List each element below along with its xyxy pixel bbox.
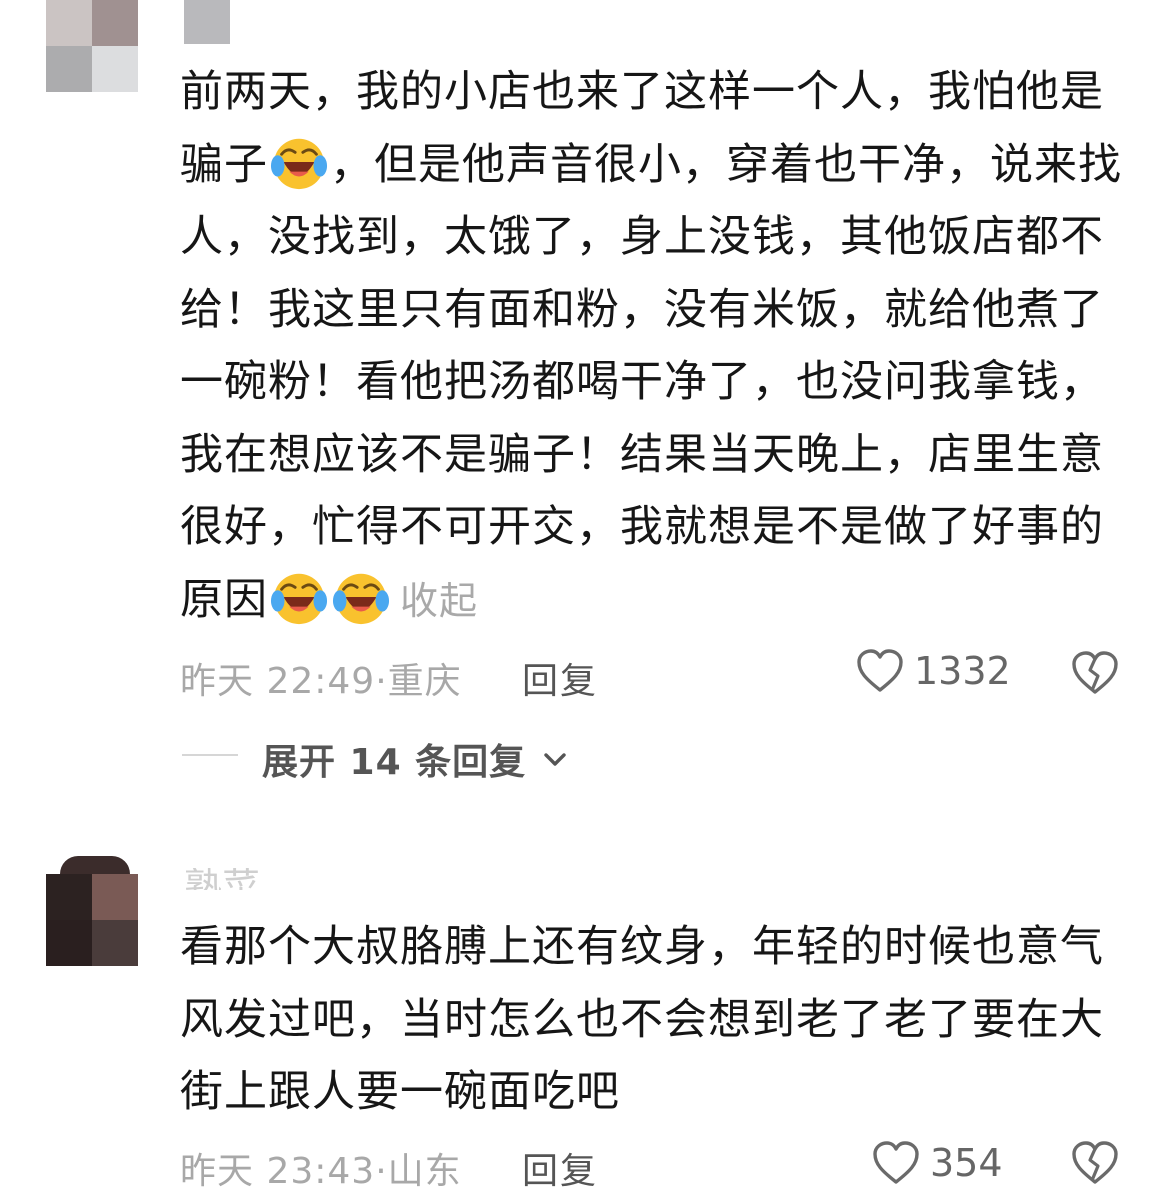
comment-text: 看那个大叔胳膊上还有纹身，年轻的时候也意气风发过吧，当时怎么也不会想到老了老了要… bbox=[180, 922, 1104, 1117]
avatar[interactable] bbox=[46, 874, 138, 966]
avatar-fade bbox=[60, 856, 130, 874]
like-count: 1332 bbox=[914, 649, 1011, 693]
comment-time: 昨天 22:49 bbox=[180, 661, 376, 702]
username[interactable]: 熟菜 bbox=[184, 868, 260, 890]
comment-meta: 昨天 22:49·重庆 bbox=[180, 652, 462, 704]
expand-replies-button[interactable]: 展开 14 条回复 bbox=[262, 733, 568, 785]
heart-outline-icon bbox=[873, 1141, 919, 1184]
comment-time: 昨天 23:43 bbox=[180, 1151, 376, 1192]
avatar[interactable] bbox=[46, 0, 138, 92]
expand-replies-label: 展开 14 条回复 bbox=[262, 742, 527, 783]
laughing-crying-emoji bbox=[332, 573, 390, 624]
like-button[interactable]: 354 bbox=[872, 1140, 1003, 1186]
laughing-crying-emoji bbox=[270, 138, 328, 189]
comment-location: 山东 bbox=[387, 1151, 462, 1192]
comment-text-part: ，但是他声音很小，穿着也干净，说来找人，没找到，太饿了，身上没钱，其他饭店都不给… bbox=[180, 139, 1122, 625]
reply-button[interactable]: 回复 bbox=[522, 1142, 598, 1194]
chevron-down-icon bbox=[544, 753, 566, 766]
collapse-link[interactable]: 收起 bbox=[400, 579, 478, 623]
comment-location: 重庆 bbox=[387, 661, 462, 702]
meta-separator: · bbox=[375, 661, 388, 702]
comment-text: 前两天，我的小店也来了这样一个人，我怕他是骗子 ，但是他声音很小，穿着也干净，说… bbox=[180, 56, 1140, 637]
broken-heart-icon[interactable] bbox=[1071, 1140, 1119, 1186]
comment-meta: 昨天 23:43·山东 bbox=[180, 1142, 462, 1194]
meta-separator: · bbox=[375, 1151, 388, 1192]
reply-button[interactable]: 回复 bbox=[522, 652, 598, 704]
like-button[interactable]: 1332 bbox=[856, 648, 1011, 694]
heart-outline-icon bbox=[857, 649, 903, 692]
divider-line bbox=[182, 754, 238, 756]
laughing-crying-emoji bbox=[270, 573, 328, 624]
broken-heart-icon[interactable] bbox=[1071, 650, 1119, 696]
like-count: 354 bbox=[930, 1141, 1003, 1185]
username-mosaic[interactable] bbox=[184, 0, 230, 44]
